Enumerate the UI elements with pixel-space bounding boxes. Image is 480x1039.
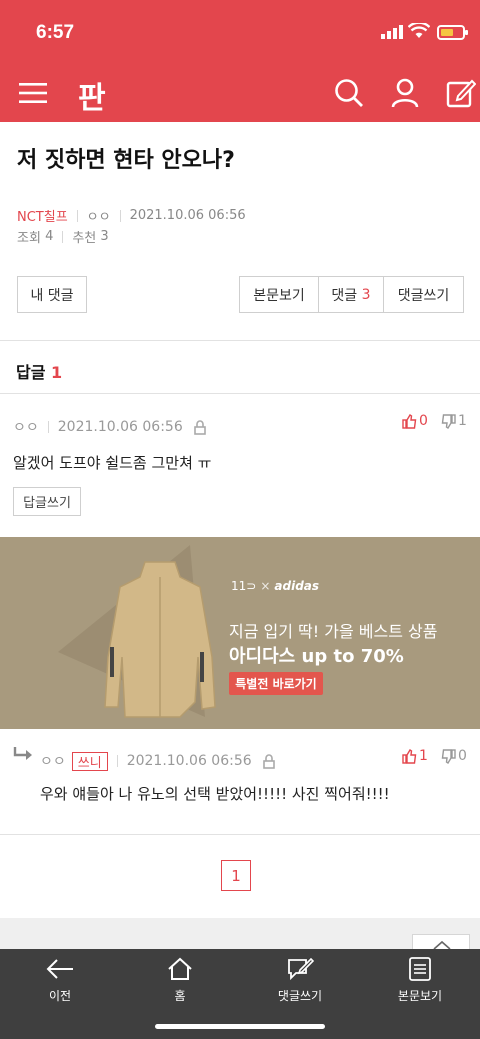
comment-datetime: 2021.10.06 06:56 [126, 753, 252, 769]
nav-write-comment[interactable]: 댓글쓰기 [240, 957, 360, 1004]
status-time: 6:57 [36, 22, 75, 43]
pann-logo[interactable]: 판 [78, 73, 106, 117]
battery-icon [437, 25, 468, 40]
nav-label: 댓글쓰기 [277, 989, 323, 1003]
downvote-button[interactable]: 0 [441, 748, 467, 764]
wifi-icon [408, 23, 430, 38]
comment-text: 알겠어 도프야 쉴드좀 그만쳐 ㅠ [13, 454, 212, 472]
comment-author: ㅇㅇ [40, 754, 66, 770]
replies-count: 1 [51, 363, 63, 382]
ad-promo: 아디다스 up to 70% [229, 646, 404, 667]
bottom-nav: 이전 홈 댓글쓰기 본문보기 [0, 949, 480, 1039]
views-label: 조회 [17, 231, 41, 246]
post-meta: NCT칠프 ㅇㅇ 2021.10.06 06:56 [17, 206, 246, 225]
reply-arrow-icon [13, 747, 32, 760]
nav-back[interactable]: 이전 [0, 957, 120, 1004]
downvote-count: 1 [458, 413, 467, 429]
view-post-button[interactable]: 본문보기 [240, 277, 319, 312]
divider [0, 393, 480, 394]
jacket-image [104, 561, 216, 718]
divider [119, 209, 121, 222]
post-stats: 조회 4 추천 3 [17, 227, 109, 246]
report-icon[interactable] [262, 753, 276, 769]
report-icon[interactable] [193, 419, 207, 435]
nav-view-post[interactable]: 본문보기 [360, 957, 480, 1004]
write-comment-button[interactable]: 댓글쓰기 [384, 277, 463, 312]
post-author: ㅇㅇ [86, 210, 111, 225]
ad-brand-11st: 11⊃ [231, 579, 257, 593]
thumbs-up-icon [402, 413, 417, 429]
ad-brand-row: 11⊃ × adidas [231, 579, 320, 593]
writer-badge: 쓰니 [71, 751, 108, 771]
app-bar: 판 [0, 64, 480, 122]
ad-cta-button[interactable]: 특별전 바로가기 [229, 672, 323, 695]
nav-label: 홈 [174, 989, 186, 1003]
thumbs-down-icon [441, 748, 456, 764]
footer-band [0, 918, 480, 950]
thumbs-up-icon [402, 748, 417, 764]
views-count: 4 [45, 229, 54, 244]
ad-headline: 지금 입기 딱! 가을 베스트 상품 [229, 622, 438, 641]
write-icon[interactable] [444, 76, 478, 110]
divider [76, 209, 78, 222]
divider [116, 755, 118, 767]
comment-datetime: 2021.10.06 06:56 [57, 419, 183, 435]
comment-meta: ㅇㅇ 2021.10.06 06:56 [13, 417, 207, 437]
back-arrow-icon [46, 959, 73, 979]
reply-write-button[interactable]: 답글쓰기 [13, 487, 81, 516]
upvote-button[interactable]: 0 [402, 413, 428, 429]
nav-home[interactable]: 홈 [120, 957, 240, 1004]
nav-label: 이전 [48, 989, 72, 1003]
comments-count: 3 [361, 286, 371, 303]
recommend-label: 추천 [72, 231, 97, 246]
divider [47, 421, 49, 433]
divider [0, 340, 480, 341]
thumbs-down-icon [441, 413, 456, 429]
divider [0, 834, 480, 835]
ad-banner[interactable]: 11⊃ × adidas 지금 입기 딱! 가을 베스트 상품 아디다스 up … [0, 537, 480, 729]
my-comments-button[interactable]: 내 댓글 [17, 276, 87, 313]
post-actions: 본문보기 댓글 3 댓글쓰기 [239, 276, 464, 313]
status-bar: 6:57 [0, 0, 480, 64]
downvote-button[interactable]: 1 [441, 413, 467, 429]
signal-icon [381, 25, 403, 39]
divider [62, 230, 64, 243]
home-indicator [155, 1024, 325, 1029]
comment-author: ㅇㅇ [13, 420, 39, 436]
home-icon [168, 957, 192, 980]
post-title: 저 짓하면 현타 안오나? [17, 148, 235, 173]
recommend-count: 3 [100, 229, 109, 244]
adidas-logo: adidas [274, 579, 320, 593]
comment-meta: ㅇㅇ 쓰니 2021.10.06 06:56 [40, 751, 276, 771]
page-1-button[interactable]: 1 [221, 860, 251, 891]
post-category[interactable]: NCT칠프 [17, 206, 68, 225]
comment-write-icon [288, 957, 314, 981]
replies-header: 답글 1 [16, 359, 62, 383]
document-icon [409, 957, 431, 981]
search-icon[interactable] [332, 76, 366, 110]
replies-label: 답글 [16, 363, 46, 382]
downvote-count: 0 [458, 748, 467, 764]
comments-label: 댓글 [331, 287, 358, 304]
upvote-button[interactable]: 1 [402, 748, 428, 764]
comments-button[interactable]: 댓글 3 [319, 277, 384, 312]
upvote-count: 0 [419, 413, 428, 429]
nav-label: 본문보기 [397, 989, 443, 1003]
user-icon[interactable] [388, 76, 422, 110]
upvote-count: 1 [419, 748, 428, 764]
menu-icon[interactable] [16, 76, 50, 110]
post-datetime: 2021.10.06 06:56 [129, 208, 246, 223]
comment-text: 우와 얘들아 나 유노의 선택 받았어!!!!! 사진 찍어줘!!!! [40, 785, 390, 803]
